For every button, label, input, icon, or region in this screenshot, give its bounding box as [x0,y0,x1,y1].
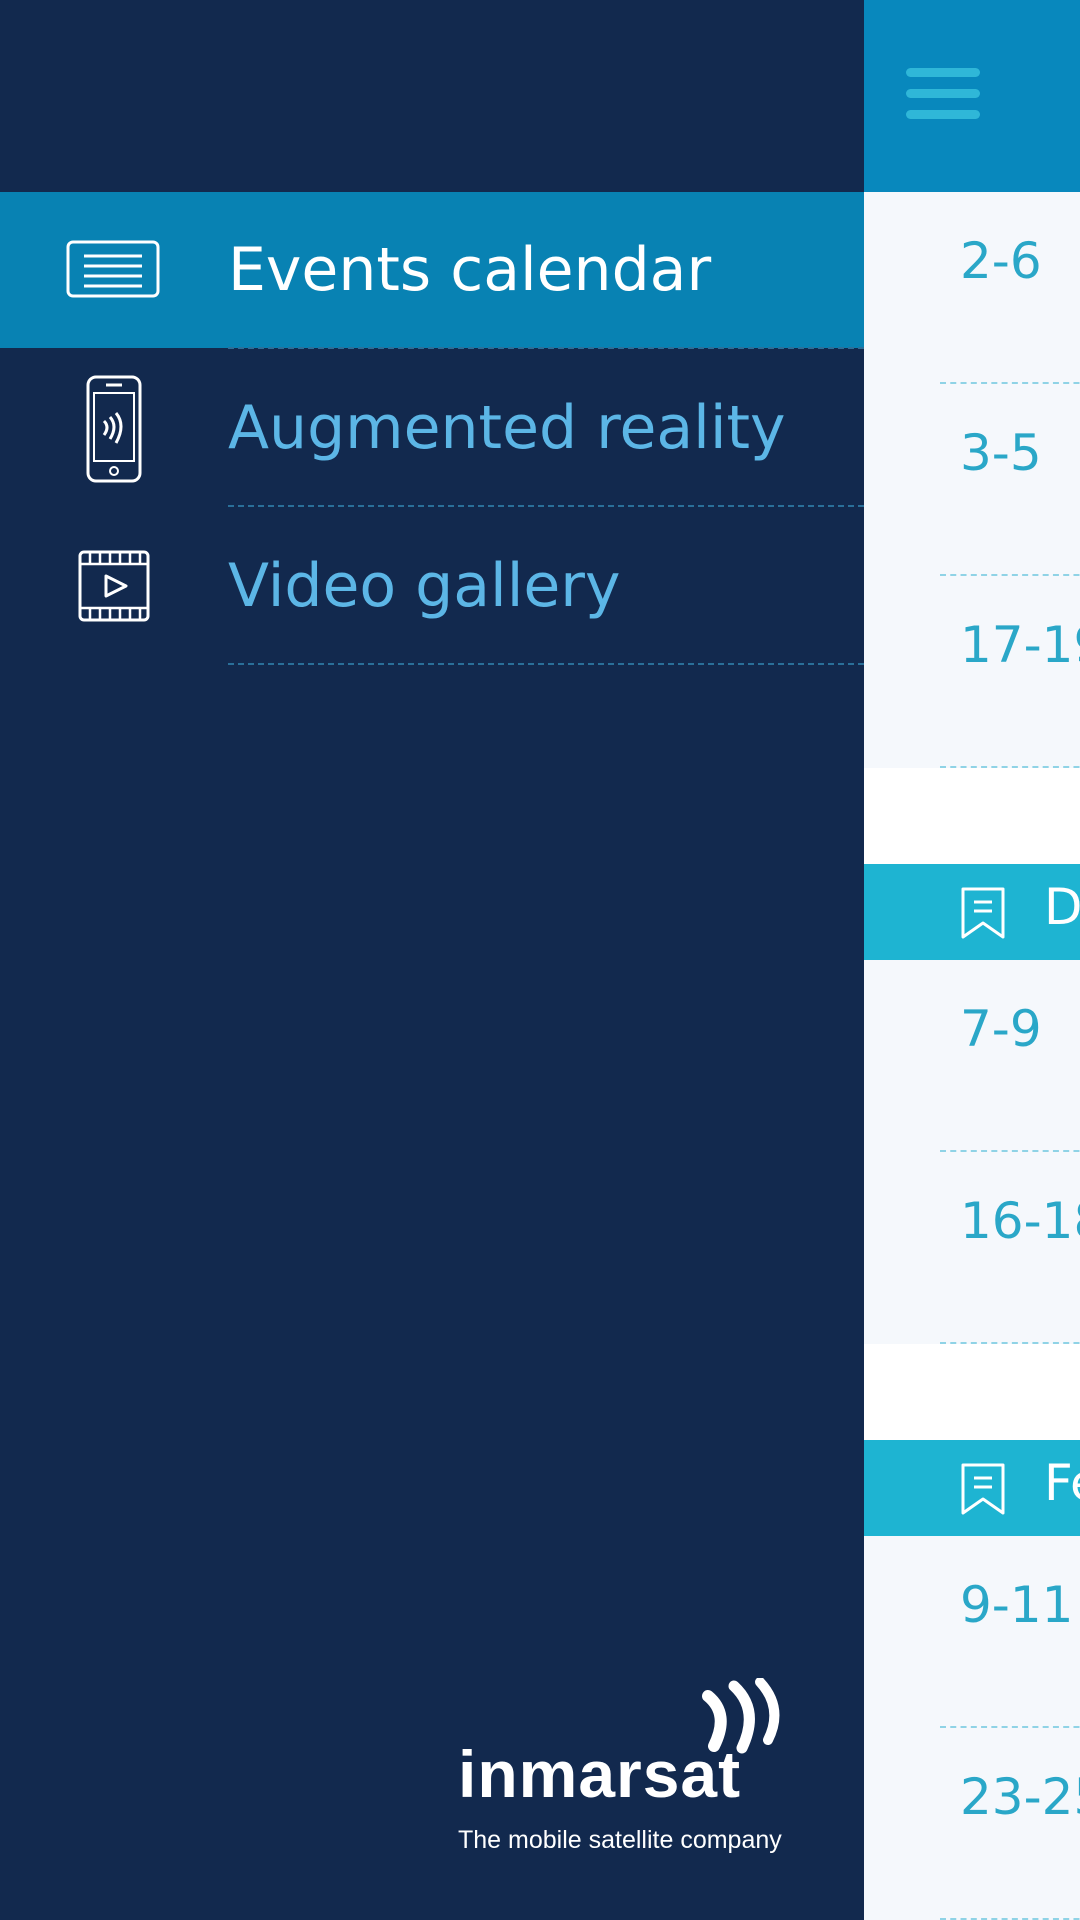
month-header: Fe [864,1440,1080,1536]
menu-divider [228,347,864,349]
navigation-drawer: Events calendar Augmented reality Video … [0,0,864,1920]
menu-item-events-calendar[interactable]: Events calendar [0,192,864,348]
event-row[interactable]: 16-18 [864,1152,1080,1344]
menu-divider [228,663,864,665]
event-date: 9-11 [960,1576,1074,1634]
calendar-list-icon [64,230,164,310]
month-header: D [864,864,1080,960]
menu-item-video-gallery[interactable]: Video gallery [0,508,864,664]
event-date: 3-5 [960,424,1042,482]
event-date: 23-25 [960,1768,1080,1826]
logo-tagline: The mobile satellite company [458,1826,782,1854]
event-group: 9-11 23-25 [864,1536,1080,1920]
event-date: 7-9 [960,1000,1042,1058]
month-label: Fe [1044,1454,1080,1512]
event-row[interactable]: 23-25 [864,1728,1080,1920]
event-date: 16-18 [960,1192,1080,1250]
event-date: 17-19 [960,616,1080,674]
app-toolbar [864,0,1080,192]
video-film-icon [64,546,164,626]
inmarsat-logo: inmarsat The mobile satellite company [450,1670,800,1860]
event-date: 2-6 [960,232,1042,290]
events-list-panel: 2-6 3-5 17-19 D 7-9 16-18 [864,0,1080,1920]
row-divider [940,1342,1080,1344]
menu-label-events-calendar: Events calendar [228,235,712,305]
menu-divider [228,505,864,507]
event-row[interactable]: 2-6 [864,192,1080,384]
hamburger-menu-icon[interactable] [906,68,980,124]
event-row[interactable]: 17-19 [864,576,1080,768]
bookmark-icon [961,1463,1005,1515]
row-divider [940,766,1080,768]
menu-item-augmented-reality[interactable]: Augmented reality [0,350,864,506]
event-group: 7-9 16-18 [864,960,1080,1344]
month-label: D [1044,878,1080,936]
phone-ar-icon [64,374,164,484]
event-row[interactable]: 9-11 [864,1536,1080,1728]
bookmark-icon [961,887,1005,939]
event-row[interactable]: 7-9 [864,960,1080,1152]
menu-label-augmented-reality: Augmented reality [228,393,786,463]
menu-label-video-gallery: Video gallery [228,551,621,621]
event-row[interactable]: 3-5 [864,384,1080,576]
event-group: 2-6 3-5 17-19 [864,192,1080,768]
logo-wordmark: inmarsat [458,1737,742,1811]
